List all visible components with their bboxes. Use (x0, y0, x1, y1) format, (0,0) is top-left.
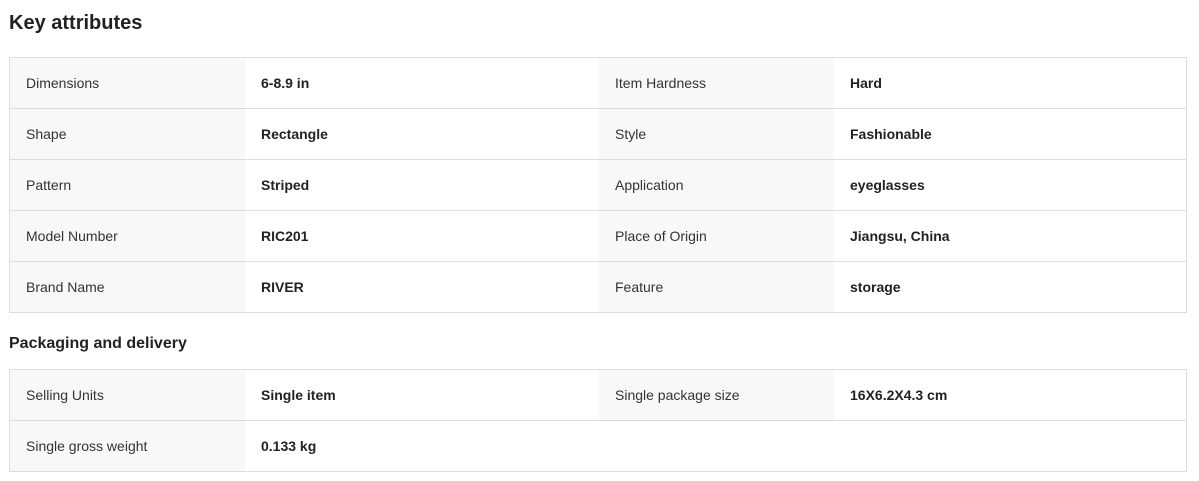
product-details: Key attributes Dimensions 6-8.9 in Item … (0, 0, 1199, 481)
attribute-value: Striped (245, 160, 599, 210)
packaging-table: Selling Units Single item Single package… (9, 369, 1187, 472)
table-row: Shape Rectangle Style Fashionable (10, 109, 1186, 160)
table-row: Single gross weight 0.133 kg (10, 421, 1186, 471)
attribute-label: Pattern (10, 160, 245, 210)
attribute-label: Place of Origin (599, 211, 834, 261)
attribute-value: Fashionable (834, 109, 1186, 159)
attribute-label: Style (599, 109, 834, 159)
attribute-value: Single item (245, 370, 599, 420)
attribute-label: Model Number (10, 211, 245, 261)
attribute-label: Selling Units (10, 370, 245, 420)
attribute-label: Single gross weight (10, 421, 245, 471)
attribute-value: 6-8.9 in (245, 58, 599, 108)
attribute-value: storage (834, 262, 1186, 312)
packaging-title: Packaging and delivery (9, 335, 187, 352)
attribute-value: 0.133 kg (245, 421, 599, 471)
attribute-value: 16X6.2X4.3 cm (834, 370, 1186, 420)
empty-cell (834, 421, 1186, 471)
table-row: Selling Units Single item Single package… (10, 370, 1186, 421)
attribute-label: Shape (10, 109, 245, 159)
attribute-value: Jiangsu, China (834, 211, 1186, 261)
attribute-value: Hard (834, 58, 1186, 108)
table-row: Brand Name RIVER Feature storage (10, 262, 1186, 312)
attribute-value: RIC201 (245, 211, 599, 261)
attribute-label: Application (599, 160, 834, 210)
empty-cell (599, 421, 834, 471)
key-attributes-title: Key attributes (9, 12, 143, 34)
attribute-label: Dimensions (10, 58, 245, 108)
attribute-value: eyeglasses (834, 160, 1186, 210)
table-row: Pattern Striped Application eyeglasses (10, 160, 1186, 211)
attribute-label: Single package size (599, 370, 834, 420)
table-row: Model Number RIC201 Place of Origin Jian… (10, 211, 1186, 262)
attribute-label: Feature (599, 262, 834, 312)
table-row: Dimensions 6-8.9 in Item Hardness Hard (10, 58, 1186, 109)
attribute-value: Rectangle (245, 109, 599, 159)
key-attributes-table: Dimensions 6-8.9 in Item Hardness Hard S… (9, 57, 1187, 313)
attribute-label: Brand Name (10, 262, 245, 312)
attribute-label: Item Hardness (599, 58, 834, 108)
attribute-value: RIVER (245, 262, 599, 312)
